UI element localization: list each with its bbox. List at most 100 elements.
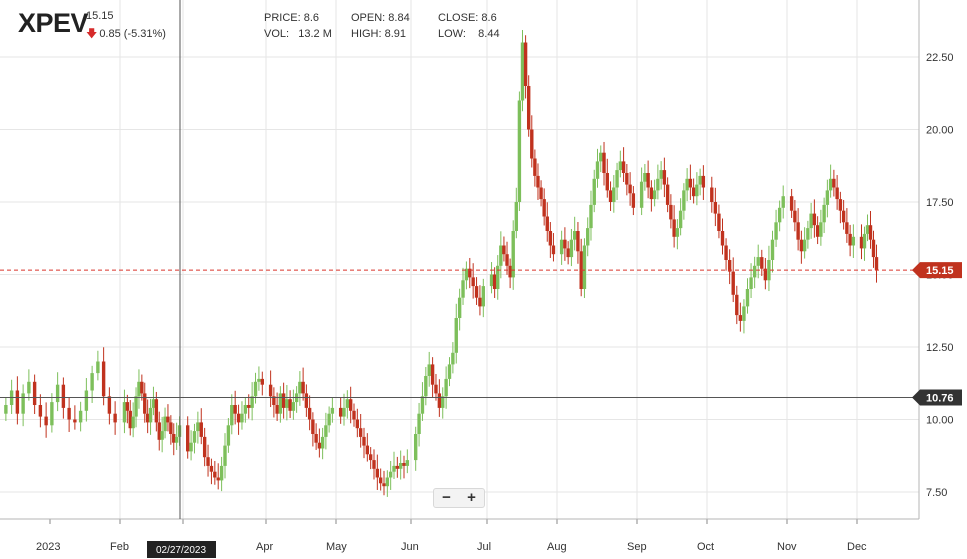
candle-body (236, 413, 241, 423)
candle-body (398, 463, 403, 469)
candle-body (128, 410, 132, 429)
candle-body (806, 228, 810, 240)
x-tick-label: Sep (627, 541, 647, 553)
candle-body (865, 225, 870, 234)
candle-body (430, 364, 435, 385)
x-tick-label: Jul (477, 541, 491, 553)
candle-body (793, 210, 797, 223)
candle-body (669, 204, 673, 220)
candle-body (649, 187, 654, 200)
zoom-out-button[interactable]: − (434, 489, 459, 507)
candle-body (749, 277, 753, 289)
candle-body (835, 187, 839, 200)
candle-body (845, 222, 849, 234)
candle-body (815, 225, 820, 237)
candle-body (338, 407, 343, 417)
candle-body (314, 434, 318, 443)
candle-body (615, 170, 619, 188)
candle-body (240, 413, 244, 423)
candle-body (206, 457, 210, 466)
candle-body (781, 196, 785, 208)
candle-body (427, 364, 431, 376)
candle-body (461, 280, 465, 298)
last-price: 15.15 (86, 10, 114, 22)
candle-body (257, 378, 261, 382)
x-tick-label: Nov (777, 541, 797, 553)
candle-body (275, 405, 279, 414)
price-chart[interactable]: 7.5010.0012.5015.0017.5020.0022.502023Fe… (0, 0, 967, 559)
candle-body (520, 42, 525, 101)
candle-body (530, 129, 534, 159)
candle-body (172, 434, 176, 443)
candle-body (796, 222, 800, 240)
candle-body (492, 274, 497, 289)
candle-body (608, 190, 613, 202)
arrow-down-icon: 🡇 (86, 28, 98, 40)
zoom-in-button[interactable]: + (459, 489, 484, 507)
candle-body (44, 416, 48, 426)
candle-body (219, 465, 224, 481)
candle-body (659, 170, 663, 179)
candle-body (199, 422, 203, 437)
candle-body (502, 245, 506, 255)
candle-body (569, 239, 574, 258)
candle-body (342, 407, 346, 417)
candle-body (592, 178, 596, 205)
candle-body (213, 471, 217, 478)
candle-body (523, 42, 528, 86)
candle-body (595, 161, 600, 179)
candle-body (760, 257, 764, 269)
candle-body (643, 173, 647, 182)
candle-body (169, 422, 173, 434)
crosshair-price-label: 10.76 (926, 392, 954, 404)
candle-body (90, 373, 94, 391)
candle-body (682, 190, 686, 211)
candle-body (73, 419, 77, 423)
candle-body (678, 210, 683, 229)
candle-body (662, 170, 667, 185)
candle-body (774, 222, 778, 240)
candle-body (55, 384, 60, 403)
candle-body (756, 257, 760, 266)
candle-body (385, 477, 390, 487)
candle-body (285, 399, 289, 408)
y-tick-label: 10.00 (926, 415, 954, 427)
candle-body (672, 219, 676, 237)
zoom-controls: − + (433, 488, 485, 508)
current-price-label: 15.15 (926, 265, 954, 277)
candle-body (566, 248, 570, 258)
candle-body (874, 257, 879, 271)
candle-body (685, 178, 689, 191)
candle-body (628, 184, 632, 194)
candle-body (701, 175, 706, 188)
candle-body (189, 442, 193, 452)
candle-body (582, 245, 587, 289)
candle-body (851, 236, 856, 246)
candle-body (330, 407, 335, 414)
candle-body (84, 390, 89, 411)
candle-body (250, 396, 254, 408)
candle-body (137, 381, 141, 397)
stat-price-value: 8.6 (303, 12, 320, 24)
candle-body (420, 396, 425, 414)
candle-body (166, 416, 170, 423)
candle-body (533, 158, 537, 176)
candle-body (365, 445, 370, 455)
stat-close: CLOSE: 8.6 (438, 12, 497, 24)
candle-body (621, 161, 626, 173)
candle-body (230, 405, 234, 426)
candle-body (770, 239, 775, 260)
candle-body (478, 297, 482, 307)
candle-body (348, 399, 353, 411)
y-tick-label: 22.50 (926, 52, 954, 64)
candle-body (247, 405, 251, 408)
candle-body (405, 460, 410, 466)
candle-body (185, 425, 190, 452)
candle-body (388, 471, 393, 478)
candle-body (15, 390, 20, 414)
candle-body (268, 384, 273, 397)
stat-low-label: LOW: (438, 28, 466, 40)
candle-body (602, 152, 606, 173)
candle-body (822, 204, 826, 223)
candle-body (382, 483, 386, 487)
